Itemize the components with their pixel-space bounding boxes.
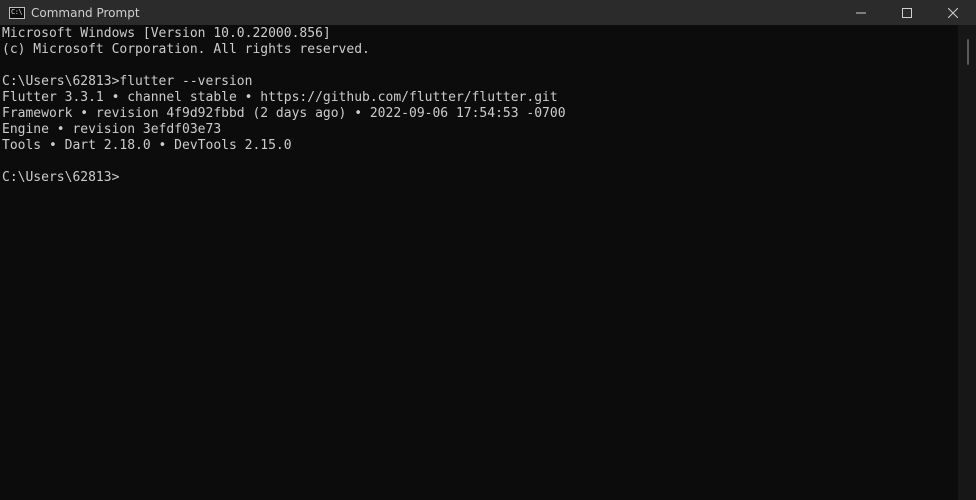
maximize-button[interactable]	[884, 0, 930, 25]
vertical-scrollbar[interactable]	[958, 25, 976, 500]
command-prompt-window: C:\ Command Prompt Microsoft Windows [Ve…	[0, 0, 976, 500]
window-controls	[838, 0, 976, 25]
console-output[interactable]: Microsoft Windows [Version 10.0.22000.85…	[0, 25, 958, 500]
console-line-tools: Tools • Dart 2.18.0 • DevTools 2.15.0	[2, 138, 292, 153]
console-line-windows-version: Microsoft Windows [Version 10.0.22000.85…	[2, 26, 331, 41]
title-bar[interactable]: C:\ Command Prompt	[0, 0, 976, 25]
cmd-icon: C:\	[9, 6, 25, 19]
console-line-flutter: Flutter 3.3.1 • channel stable • https:/…	[2, 90, 558, 105]
close-button[interactable]	[930, 0, 976, 25]
console-line-engine: Engine • revision 3efdf03e73	[2, 122, 222, 137]
window-title: Command Prompt	[31, 5, 140, 20]
maximize-icon	[902, 7, 912, 18]
minimize-button[interactable]	[838, 0, 884, 25]
console-line-copyright: (c) Microsoft Corporation. All rights re…	[2, 42, 370, 57]
console-line-framework: Framework • revision 4f9d92fbbd (2 days …	[2, 106, 566, 121]
minimize-icon	[856, 12, 866, 13]
console-line-command: C:\Users\62813>flutter --version	[2, 74, 253, 89]
scrollbar-thumb[interactable]	[967, 39, 969, 65]
close-icon	[948, 7, 958, 18]
console-line-prompt: C:\Users\62813>	[2, 170, 120, 185]
cmd-icon-label: C:\	[11, 7, 23, 16]
